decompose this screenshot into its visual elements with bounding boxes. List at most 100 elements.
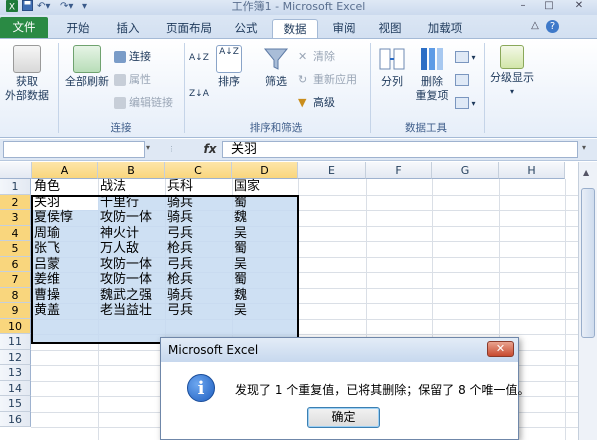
what-if-analysis-button[interactable]: ▾ xyxy=(455,95,476,111)
ribbon-minimize-icon[interactable]: △ xyxy=(524,20,546,32)
connections-button[interactable]: 连接 xyxy=(114,49,151,65)
row-header[interactable]: 1 xyxy=(0,179,31,195)
table-cell[interactable]: 枪兵 xyxy=(165,272,232,288)
tab-data[interactable]: 数据 xyxy=(272,19,318,38)
maximize-button[interactable]: □ xyxy=(538,0,560,12)
row-header[interactable]: 5 xyxy=(0,241,31,257)
row-header[interactable]: 16 xyxy=(0,411,31,427)
table-cell[interactable]: 兵科 xyxy=(165,179,232,195)
name-box[interactable] xyxy=(3,141,145,158)
get-external-data-button[interactable]: 获取 外部数据 xyxy=(2,45,52,103)
row-header[interactable]: 9 xyxy=(0,303,31,319)
name-box-dropdown-icon[interactable]: ▾ xyxy=(146,143,150,152)
table-cell[interactable]: 蜀 xyxy=(232,272,298,288)
edit-links-button[interactable]: 编辑链接 xyxy=(114,95,173,111)
table-cell[interactable]: 骑兵 xyxy=(165,195,232,211)
table-cell[interactable]: 老当益壮 xyxy=(98,303,165,319)
outline-button[interactable]: 分级显示 ▾ xyxy=(488,45,536,99)
table-cell[interactable]: 吴 xyxy=(232,226,298,242)
formula-bar-resize-icon[interactable]: ⋮ xyxy=(168,145,175,153)
sort-descending-button[interactable]: Z↓A xyxy=(189,89,209,105)
table-cell[interactable]: 蜀 xyxy=(232,195,298,211)
scroll-thumb[interactable] xyxy=(581,188,595,338)
table-cell[interactable]: 骑兵 xyxy=(165,288,232,304)
table-cell[interactable]: 国家 xyxy=(232,179,298,195)
reapply-button[interactable]: ↻ 重新应用 xyxy=(298,72,357,88)
row-header[interactable]: 8 xyxy=(0,287,31,303)
table-cell[interactable]: 弓兵 xyxy=(165,303,232,319)
table-cell[interactable]: 蜀 xyxy=(232,241,298,257)
table-cell[interactable]: 骑兵 xyxy=(165,210,232,226)
ok-button[interactable]: 确定 xyxy=(307,407,380,428)
refresh-all-button[interactable]: 全部刷新 xyxy=(62,45,112,89)
column-header[interactable]: E xyxy=(298,162,366,179)
tab-review[interactable]: 审阅 xyxy=(324,19,364,38)
column-header[interactable]: G xyxy=(432,162,499,179)
table-cell[interactable]: 弓兵 xyxy=(165,257,232,273)
tab-file[interactable]: 文件 xyxy=(0,17,48,38)
table-cell[interactable]: 攻防一体 xyxy=(98,272,165,288)
consolidate-button[interactable] xyxy=(455,72,469,88)
table-cell[interactable]: 黄盖 xyxy=(32,303,98,319)
row-header[interactable]: 11 xyxy=(0,334,31,350)
expand-formula-bar-icon[interactable]: ▾ xyxy=(582,143,586,152)
row-header[interactable]: 15 xyxy=(0,396,31,412)
remove-duplicates-button[interactable]: 删除 重复项 xyxy=(413,45,451,103)
column-header[interactable]: B xyxy=(98,162,165,179)
table-cell[interactable]: 吴 xyxy=(232,303,298,319)
table-cell[interactable]: 吕蒙 xyxy=(32,257,98,273)
table-cell[interactable]: 夏侯惇 xyxy=(32,210,98,226)
table-cell[interactable]: 角色 xyxy=(32,179,98,195)
select-all-corner[interactable] xyxy=(0,162,32,179)
tab-home[interactable]: 开始 xyxy=(56,19,100,38)
table-cell[interactable]: 周瑜 xyxy=(32,226,98,242)
clear-button[interactable]: ✕ 清除 xyxy=(298,49,335,65)
advanced-button[interactable]: ▼ 高级 xyxy=(298,95,335,111)
column-header[interactable]: F xyxy=(366,162,432,179)
table-cell[interactable]: 关羽 xyxy=(32,195,98,211)
row-header[interactable]: 13 xyxy=(0,365,31,381)
row-header[interactable]: 14 xyxy=(0,380,31,396)
table-cell[interactable]: 千里行 xyxy=(98,195,165,211)
table-cell[interactable]: 万人敌 xyxy=(98,241,165,257)
row-header[interactable]: 7 xyxy=(0,272,31,288)
sort-button[interactable]: A↓Z 排序 xyxy=(212,45,246,89)
column-header[interactable]: D xyxy=(232,162,298,179)
table-cell[interactable]: 姜维 xyxy=(32,272,98,288)
properties-button[interactable]: 属性 xyxy=(114,72,151,88)
table-cell[interactable]: 曹操 xyxy=(32,288,98,304)
scroll-up-icon[interactable]: ▲ xyxy=(583,168,589,177)
table-cell[interactable]: 魏 xyxy=(232,288,298,304)
table-cell[interactable]: 攻防一体 xyxy=(98,257,165,273)
table-cell[interactable]: 弓兵 xyxy=(165,226,232,242)
table-cell[interactable]: 张飞 xyxy=(32,241,98,257)
row-header[interactable]: 3 xyxy=(0,210,31,226)
row-header[interactable]: 4 xyxy=(0,225,31,241)
table-cell[interactable]: 攻防一体 xyxy=(98,210,165,226)
text-to-columns-button[interactable]: 分列 xyxy=(374,45,410,89)
table-cell[interactable]: 神火计 xyxy=(98,226,165,242)
table-cell[interactable]: 吴 xyxy=(232,257,298,273)
data-validation-button[interactable]: ▾ xyxy=(455,49,476,65)
minimize-button[interactable]: – xyxy=(512,0,534,12)
sort-ascending-button[interactable]: A↓Z xyxy=(189,53,209,69)
column-header[interactable]: H xyxy=(499,162,565,179)
row-header[interactable]: 12 xyxy=(0,349,31,365)
dialog-close-button[interactable]: ✕ xyxy=(487,341,514,357)
tab-formulas[interactable]: 公式 xyxy=(226,19,266,38)
column-header[interactable]: C xyxy=(165,162,232,179)
table-cell[interactable]: 魏武之强 xyxy=(98,288,165,304)
row-header[interactable]: 6 xyxy=(0,256,31,272)
tab-insert[interactable]: 插入 xyxy=(106,19,150,38)
table-cell[interactable]: 枪兵 xyxy=(165,241,232,257)
tab-addins[interactable]: 加载项 xyxy=(418,19,472,38)
help-icon[interactable]: ? xyxy=(546,20,559,33)
filter-button[interactable]: 筛选 xyxy=(258,45,294,89)
table-cell[interactable]: 战法 xyxy=(98,179,165,195)
row-header[interactable]: 10 xyxy=(0,318,31,334)
column-header[interactable]: A xyxy=(32,162,98,179)
row-header[interactable]: 2 xyxy=(0,194,31,210)
table-cell[interactable]: 魏 xyxy=(232,210,298,226)
tab-page-layout[interactable]: 页面布局 xyxy=(158,19,220,38)
close-window-button[interactable]: ✕ xyxy=(568,0,590,12)
